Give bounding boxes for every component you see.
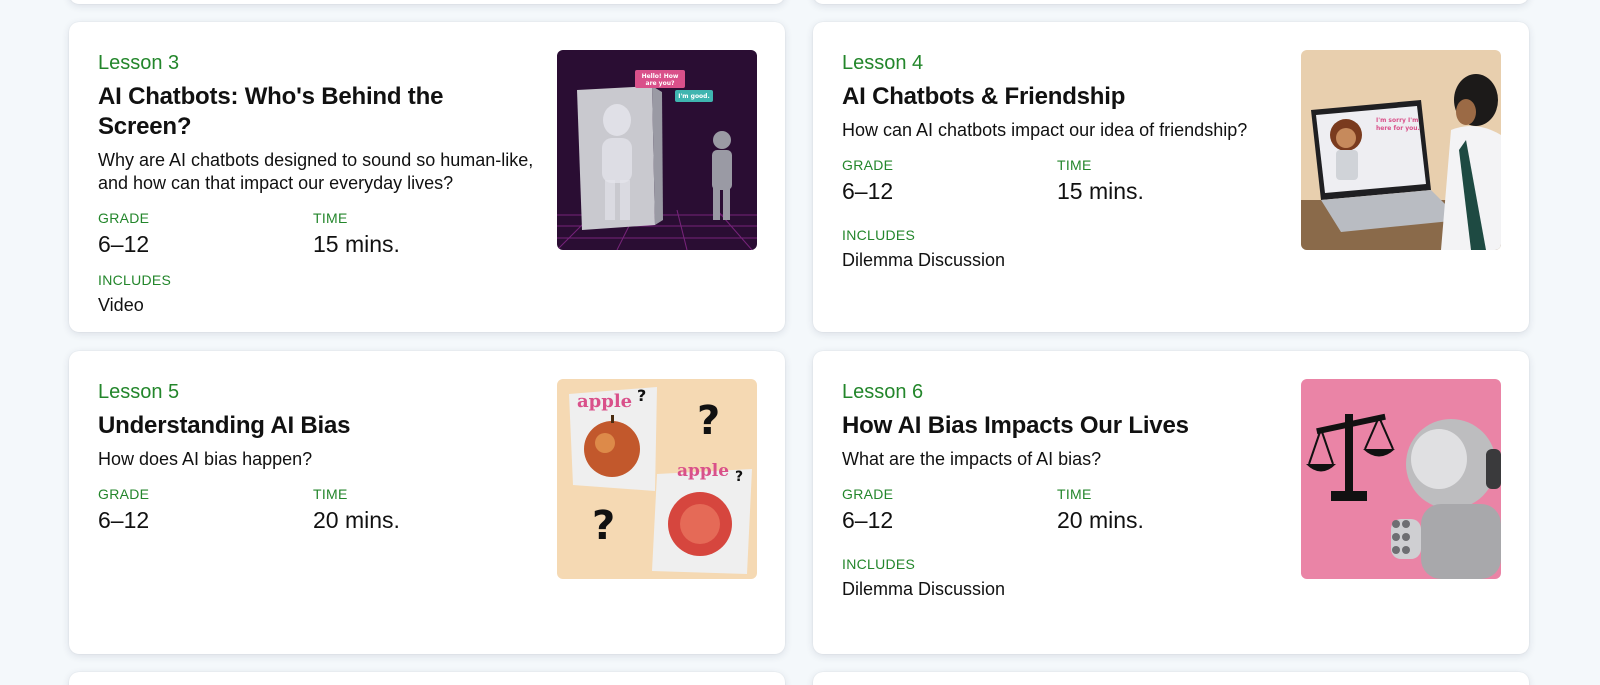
lesson-number: Lesson 5 xyxy=(98,381,180,403)
lesson-number: Lesson 6 xyxy=(842,381,924,403)
includes-block: INCLUDES Dilemma Discussion xyxy=(842,226,1282,272)
grade-value: 6–12 xyxy=(842,507,894,533)
time-block: TIME 15 mins. xyxy=(1057,156,1272,206)
svg-text:apple: apple xyxy=(677,461,729,481)
lesson-title[interactable]: Understanding AI Bias xyxy=(98,411,538,441)
grade-block: GRADE 6–12 xyxy=(842,156,1057,206)
svg-text:are you?: are you? xyxy=(646,80,675,87)
grade-label: GRADE xyxy=(98,210,150,226)
time-label: TIME xyxy=(1057,486,1092,502)
time-label: TIME xyxy=(313,210,348,226)
time-value: 15 mins. xyxy=(313,231,400,257)
lesson-meta: GRADE 6–12 TIME 15 mins. xyxy=(98,209,538,259)
includes-value: Dilemma Discussion xyxy=(842,579,1006,599)
lesson-description: Why are AI chatbots designed to sound so… xyxy=(98,150,534,193)
lesson-number: Lesson 4 xyxy=(842,52,924,74)
lesson-meta: GRADE 6–12 TIME 20 mins. xyxy=(98,485,538,535)
grade-value: 6–12 xyxy=(842,178,894,204)
includes-label: INCLUDES xyxy=(842,556,916,572)
lesson-grid: Lesson 3 AI Chatbots: Who's Behind the S… xyxy=(0,0,1600,685)
lesson-description: How can AI chatbots impact our idea of f… xyxy=(842,120,1248,140)
svg-text:I'm good.: I'm good. xyxy=(678,93,710,100)
time-block: TIME 20 mins. xyxy=(1057,485,1272,535)
lesson-card[interactable]: Lesson 5 Understanding AI Bias How does … xyxy=(69,351,785,654)
includes-label: INCLUDES xyxy=(842,227,916,243)
svg-text:?: ? xyxy=(592,503,615,549)
lesson-card[interactable]: Lesson 4 AI Chatbots & Friendship How ca… xyxy=(813,22,1529,332)
grade-block: GRADE 6–12 xyxy=(98,209,313,259)
grade-label: GRADE xyxy=(842,157,894,173)
svg-text:apple: apple xyxy=(577,391,632,412)
lesson-card[interactable]: Lesson 3 AI Chatbots: Who's Behind the S… xyxy=(69,22,785,332)
svg-text:here for you.: here for you. xyxy=(1376,125,1420,132)
svg-text:?: ? xyxy=(697,398,720,444)
grade-label: GRADE xyxy=(842,486,894,502)
robot-scales-image[interactable] xyxy=(1301,379,1501,579)
lesson-title[interactable]: AI Chatbots: Who's Behind the Screen? xyxy=(98,82,538,142)
lesson-card-partial-top-right[interactable] xyxy=(813,0,1529,4)
lesson-card-partial-bottom-right[interactable] xyxy=(813,672,1529,685)
grade-value: 6–12 xyxy=(98,231,150,257)
grade-value: 6–12 xyxy=(98,507,150,533)
lesson-meta: GRADE 6–12 TIME 15 mins. xyxy=(842,156,1282,206)
lesson-card-body: Lesson 5 Understanding AI Bias How does … xyxy=(98,379,538,535)
time-label: TIME xyxy=(1057,157,1092,173)
includes-value: Video xyxy=(98,295,144,315)
includes-value: Dilemma Discussion xyxy=(842,250,1006,270)
grade-block: GRADE 6–12 xyxy=(842,485,1057,535)
lesson-title[interactable]: How AI Bias Impacts Our Lives xyxy=(842,411,1282,441)
lesson-card-partial-top-left[interactable] xyxy=(69,0,785,4)
includes-block: INCLUDES Dilemma Discussion xyxy=(842,555,1282,601)
lesson-description: How does AI bias happen? xyxy=(98,449,313,469)
lesson-card-body: Lesson 6 How AI Bias Impacts Our Lives W… xyxy=(842,379,1282,601)
svg-text:?: ? xyxy=(735,469,743,485)
svg-text:Hello! How: Hello! How xyxy=(642,73,679,80)
time-block: TIME 20 mins. xyxy=(313,485,528,535)
chatbot-hologram-image[interactable]: Hello! How are you? I'm good. xyxy=(557,50,757,250)
time-value: 20 mins. xyxy=(313,507,400,533)
lesson-number: Lesson 3 xyxy=(98,52,180,74)
time-block: TIME 15 mins. xyxy=(313,209,528,259)
svg-text:I'm sorry I'm: I'm sorry I'm xyxy=(1376,117,1418,124)
lesson-card-partial-bottom-left[interactable] xyxy=(69,672,785,685)
grade-label: GRADE xyxy=(98,486,150,502)
lesson-card-body: Lesson 4 AI Chatbots & Friendship How ca… xyxy=(842,50,1282,272)
time-label: TIME xyxy=(313,486,348,502)
lesson-description: What are the impacts of AI bias? xyxy=(842,449,1102,469)
apple-question-image[interactable]: apple ? ? ? apple ? xyxy=(557,379,757,579)
time-value: 15 mins. xyxy=(1057,178,1144,204)
lesson-title[interactable]: AI Chatbots & Friendship xyxy=(842,82,1282,112)
includes-block: INCLUDES Video xyxy=(98,271,538,317)
lesson-meta: GRADE 6–12 TIME 20 mins. xyxy=(842,485,1282,535)
svg-text:?: ? xyxy=(637,386,646,405)
time-value: 20 mins. xyxy=(1057,507,1144,533)
grade-block: GRADE 6–12 xyxy=(98,485,313,535)
lesson-card[interactable]: Lesson 6 How AI Bias Impacts Our Lives W… xyxy=(813,351,1529,654)
lesson-card-body: Lesson 3 AI Chatbots: Who's Behind the S… xyxy=(98,50,538,317)
includes-label: INCLUDES xyxy=(98,272,172,288)
laptop-chatbot-image[interactable]: I'm sorry I'm here for you. xyxy=(1301,50,1501,250)
